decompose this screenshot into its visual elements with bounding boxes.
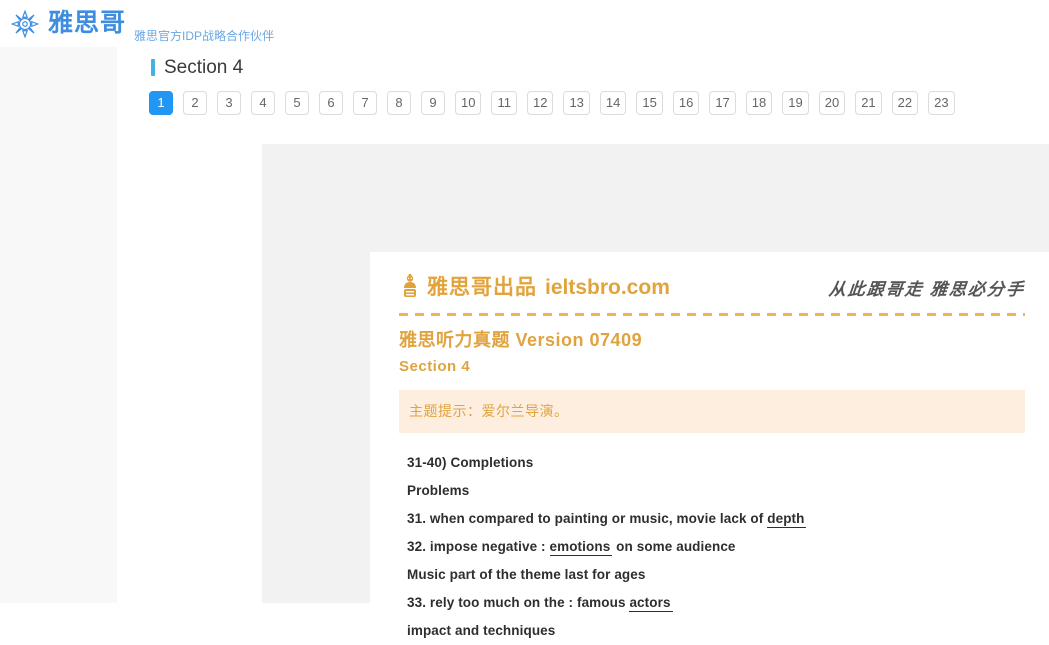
answer-blank: actors [629, 594, 673, 612]
document-brand-cn: 雅思哥出品 [427, 275, 537, 299]
question-text-trailing: on some audience [612, 538, 736, 554]
document-brand: 雅思哥出品 ieltsbro.com [399, 274, 670, 300]
page-title: Section 4 [151, 54, 243, 80]
ship-wheel-icon[interactable] [10, 9, 40, 39]
page-button-18[interactable]: 18 [745, 91, 773, 115]
page-button-5[interactable]: 5 [285, 91, 309, 115]
document-title: 雅思听力真题 Version 07409 [399, 330, 643, 350]
document-card: 雅思哥出品 ieltsbro.com 从此跟哥走 雅思必分手 雅思听力真题 Ve… [370, 252, 1049, 638]
left-sidebar [0, 47, 117, 603]
page-button-7[interactable]: 7 [353, 91, 377, 115]
document-subtitle: Section 4 [399, 357, 471, 375]
page-button-14[interactable]: 14 [599, 91, 627, 115]
answer-blank: emotions [549, 538, 613, 556]
document-header: 雅思哥出品 ieltsbro.com 从此跟哥走 雅思必分手 [399, 270, 1026, 304]
question-text: 32. impose negative : [407, 538, 550, 554]
question-text: 33. rely too much on the : famous [407, 594, 630, 610]
question-text: 31-40) Completions [407, 454, 534, 470]
page-button-4[interactable]: 4 [251, 91, 275, 115]
page-button-17[interactable]: 17 [709, 91, 736, 115]
page-button-2[interactable]: 2 [183, 91, 207, 115]
page-button-20[interactable]: 20 [818, 91, 846, 115]
question-line: Music part of the theme last for ages [407, 561, 1025, 589]
document-viewer-panel: 雅思哥出品 ieltsbro.com 从此跟哥走 雅思必分手 雅思听力真题 Ve… [262, 144, 1049, 638]
question-text: Music part of the theme last for ages [407, 566, 646, 582]
page-button-13[interactable]: 13 [563, 91, 590, 115]
main-content: Section 4 1 2 3 4 5 6 7 8 9 10 11 12 13 14 15 16 17 18 19 2… [117, 47, 1049, 638]
page-button-10[interactable]: 10 [455, 91, 482, 115]
pagination[interactable]: 1 2 3 4 5 6 7 8 9 10 11 12 13 14 15 16 17 18 19 20 21 22 23 [149, 91, 965, 115]
page-button-1[interactable]: 1 [149, 91, 173, 115]
question-text: 31. when compared to painting or music, … [407, 510, 768, 526]
top-header-bar: 雅思哥 雅思官方IDP战略合作伙伴 [0, 0, 1049, 47]
logo-text[interactable]: 雅思哥 [48, 11, 126, 36]
page-button-9[interactable]: 9 [421, 91, 445, 115]
question-text: impact and techniques [407, 622, 556, 638]
document-slogan-calligraphy: 从此跟哥走 雅思必分手 [827, 279, 1026, 299]
page-button-22[interactable]: 22 [891, 91, 919, 115]
page-title-label: Section 4 [164, 56, 244, 78]
page-button-23[interactable]: 23 [928, 91, 955, 115]
question-line: Problems [407, 477, 1025, 505]
header-tagline: 雅思官方IDP战略合作伙伴 [134, 29, 275, 43]
document-divider [399, 313, 1025, 316]
question-line: 32. impose negative : emotions on some a… [407, 533, 1025, 561]
mascot-figure-icon [399, 274, 421, 300]
question-list: 31-40) Completions Problems 31. when compa… [399, 449, 1025, 645]
page-button-21[interactable]: 21 [855, 91, 882, 115]
page-button-15[interactable]: 15 [636, 91, 663, 115]
question-text: Problems [407, 482, 470, 498]
question-line: 31. when compared to painting or music, … [407, 505, 1025, 533]
page-button-16[interactable]: 16 [672, 91, 700, 115]
topic-hint-box: 主题提示：爱尔兰导演。 [399, 389, 1025, 433]
page-button-3[interactable]: 3 [217, 91, 241, 115]
page-button-12[interactable]: 12 [526, 91, 554, 115]
page-button-6[interactable]: 6 [319, 91, 343, 115]
question-line: 31-40) Completions [407, 449, 1025, 477]
answer-blank: depth [767, 510, 807, 528]
topic-hint-text: 主题提示：爱尔兰导演。 [409, 403, 569, 420]
document-brand-en: ieltsbro.com [545, 275, 670, 299]
page-button-11[interactable]: 11 [491, 91, 517, 115]
page-button-8[interactable]: 8 [387, 91, 411, 115]
question-line: impact and techniques [407, 617, 1025, 645]
title-accent-bar [151, 58, 155, 76]
page-button-19[interactable]: 19 [782, 91, 809, 115]
